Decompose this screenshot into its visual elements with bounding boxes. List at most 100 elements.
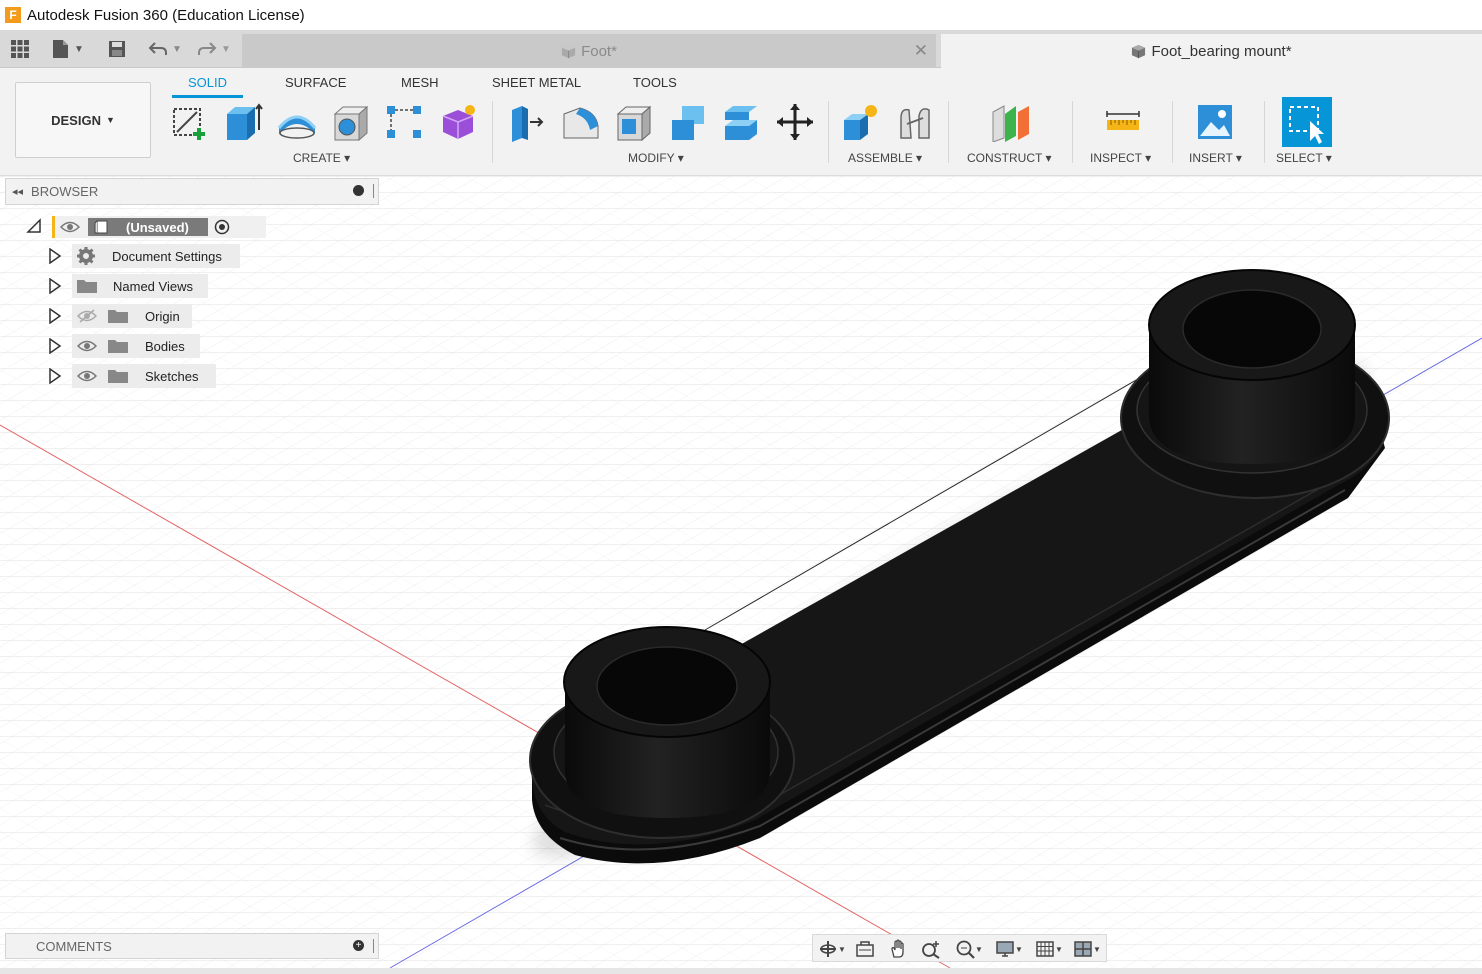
document-tab-foot[interactable]: Foot* ✕ <box>242 34 936 68</box>
add-comment-icon[interactable]: + <box>353 940 364 951</box>
panel-resize-handle[interactable] <box>373 939 374 953</box>
browser-node[interactable]: Document Settings <box>72 244 240 268</box>
browser-item-label: Sketches <box>145 368 199 384</box>
fit-zoom-icon[interactable]: ▼ <box>951 939 987 959</box>
hole-icon[interactable] <box>330 100 372 144</box>
revolve-icon[interactable] <box>276 100 318 144</box>
expand-triangle-icon[interactable] <box>48 248 62 264</box>
pan-hand-icon[interactable] <box>887 939 911 959</box>
joint-icon[interactable] <box>894 100 936 144</box>
data-panel-grid-icon[interactable] <box>10 38 30 60</box>
comments-panel-header[interactable]: COMMENTS + <box>5 933 379 959</box>
modify-menu[interactable]: MODIFY ▾ <box>628 151 684 165</box>
insert-menu[interactable]: INSERT ▾ <box>1189 151 1242 165</box>
eye-icon[interactable] <box>60 220 80 234</box>
browser-node[interactable]: Named Views <box>72 274 208 298</box>
undo-icon <box>148 42 167 55</box>
component-cube-icon <box>1132 44 1146 58</box>
document-icon <box>94 220 108 234</box>
select-menu[interactable]: SELECT ▾ <box>1276 151 1332 165</box>
press-pull-icon[interactable] <box>505 100 547 144</box>
browser-item-label: Origin <box>145 308 180 324</box>
display-settings-icon[interactable]: ▼ <box>991 939 1027 959</box>
panel-resize-handle[interactable] <box>373 184 374 198</box>
redo-icon <box>198 42 217 55</box>
expanded-triangle-icon[interactable] <box>26 218 42 234</box>
eye-icon[interactable] <box>77 369 97 383</box>
zoom-icon[interactable] <box>919 939 943 959</box>
document-tab-label: Foot_bearing mount* <box>1151 42 1292 60</box>
ribbon-separator <box>492 101 493 163</box>
create-menu[interactable]: CREATE ▾ <box>293 151 350 165</box>
expand-triangle-icon[interactable] <box>48 338 62 354</box>
viewports-icon[interactable]: ▼ <box>1069 939 1105 959</box>
new-component-icon[interactable] <box>840 100 882 144</box>
root-node-body[interactable]: (Unsaved) <box>52 216 266 238</box>
fusion-window: { "window": { "title": "Autodesk Fusion … <box>0 0 1482 974</box>
undo-button[interactable]: ▼ <box>148 38 182 60</box>
measure-icon[interactable] <box>1102 100 1144 144</box>
browser-item-label: Document Settings <box>112 248 222 264</box>
folder-icon <box>108 370 128 383</box>
orbit-icon[interactable]: ▼ <box>815 939 849 959</box>
ribbon-separator <box>1172 101 1173 163</box>
tab-mesh[interactable]: MESH <box>401 75 439 90</box>
workspace-switcher[interactable]: DESIGN ▼ <box>15 82 151 158</box>
comments-title: COMMENTS <box>36 938 112 954</box>
browser-panel-header[interactable]: ◂◂ BROWSER <box>5 178 379 205</box>
document-tab-label: Foot* <box>581 42 617 60</box>
look-at-icon[interactable] <box>853 939 877 959</box>
combine-icon[interactable] <box>667 100 709 144</box>
collapse-browser-icon[interactable]: ◂◂ <box>12 185 23 198</box>
component-cube-icon <box>562 44 576 58</box>
construct-menu[interactable]: CONSTRUCT ▾ <box>967 151 1051 165</box>
ribbon-separator <box>948 101 949 163</box>
tab-solid[interactable]: SOLID <box>188 75 227 90</box>
browser-node[interactable]: Bodies <box>72 334 200 358</box>
expand-triangle-icon[interactable] <box>48 278 62 294</box>
navigation-bar: ▼ ▼ ▼ ▼ ▼ <box>812 934 1107 962</box>
gear-icon <box>77 247 95 265</box>
status-strip <box>0 968 1482 974</box>
tab-surface[interactable]: SURFACE <box>285 75 346 90</box>
redo-button[interactable]: ▼ <box>197 38 231 60</box>
tab-tools[interactable]: TOOLS <box>633 75 677 90</box>
fillet-icon[interactable] <box>559 100 601 144</box>
browser-title: BROWSER <box>31 184 99 199</box>
assemble-menu[interactable]: ASSEMBLE ▾ <box>848 151 922 165</box>
document-tab-foot-bearing-mount[interactable]: Foot_bearing mount* <box>941 34 1482 68</box>
insert-image-icon[interactable] <box>1194 100 1236 144</box>
expand-triangle-icon[interactable] <box>48 368 62 384</box>
activate-radio-icon[interactable] <box>214 219 230 235</box>
active-tab-indicator <box>172 95 243 98</box>
close-tab-icon[interactable]: ✕ <box>914 41 928 61</box>
quick-access-toolbar: ▼ ▼ ▼ Foot* ✕ Foot_bearing mount* <box>0 30 1482 68</box>
root-node-label-box: (Unsaved) <box>88 218 208 236</box>
browser-item-label: Named Views <box>113 278 193 294</box>
folder-icon <box>77 280 97 293</box>
create-form-icon[interactable] <box>437 100 479 144</box>
root-node-label: (Unsaved) <box>126 219 189 235</box>
pin-panel-icon[interactable] <box>353 185 364 196</box>
rectangular-pattern-icon[interactable] <box>383 100 425 144</box>
expand-triangle-icon[interactable] <box>48 308 62 324</box>
inspect-menu[interactable]: INSPECT ▾ <box>1090 151 1151 165</box>
grid-settings-icon[interactable]: ▼ <box>1031 939 1067 959</box>
eye-hidden-icon[interactable] <box>77 309 97 323</box>
shell-icon[interactable] <box>613 100 655 144</box>
window-title: Autodesk Fusion 360 (Education License) <box>27 6 305 24</box>
folder-icon <box>108 310 128 323</box>
extrude-icon[interactable] <box>222 100 264 144</box>
tab-sheet-metal[interactable]: SHEET METAL <box>492 75 581 90</box>
offset-plane-icon[interactable] <box>990 100 1032 144</box>
save-icon[interactable] <box>108 38 126 60</box>
browser-node[interactable]: Sketches <box>72 364 216 388</box>
create-sketch-icon[interactable] <box>168 100 210 144</box>
file-menu-button[interactable]: ▼ <box>52 38 84 60</box>
move-copy-icon[interactable] <box>774 100 816 144</box>
select-icon[interactable] <box>1282 97 1332 147</box>
browser-node[interactable]: Origin <box>72 304 192 328</box>
eye-icon[interactable] <box>77 339 97 353</box>
title-bar: F Autodesk Fusion 360 (Education License… <box>0 0 1482 30</box>
offset-face-icon[interactable] <box>720 100 762 144</box>
